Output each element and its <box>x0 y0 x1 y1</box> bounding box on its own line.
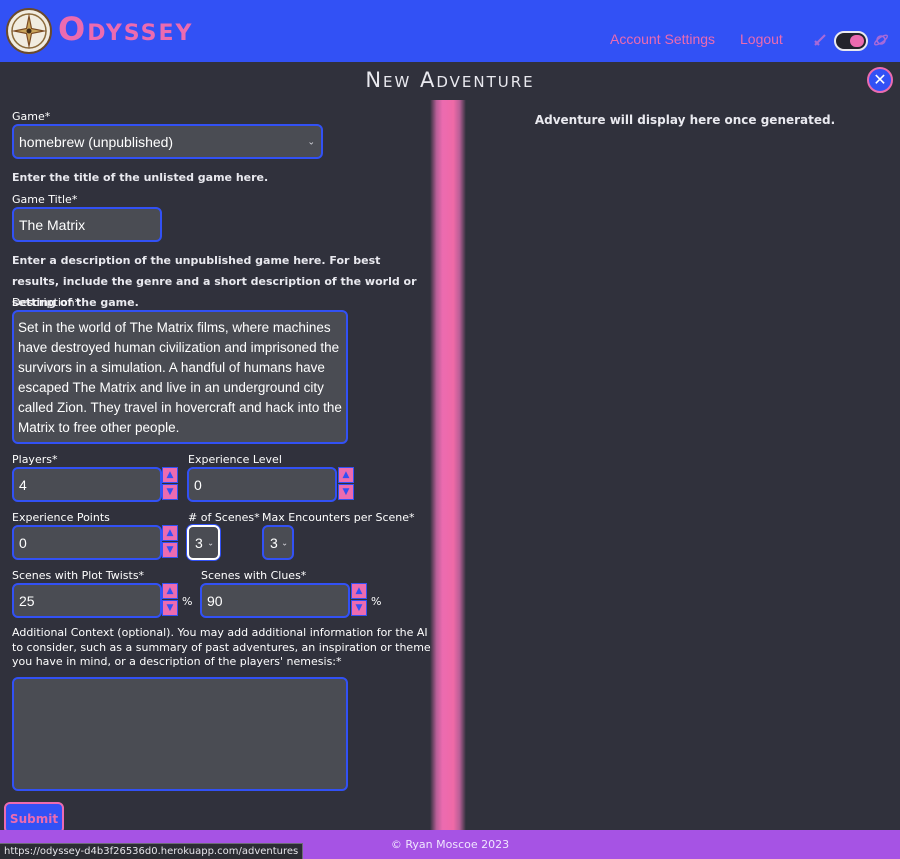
chevron-down-icon: ⌄ <box>307 136 315 146</box>
max-encounters-value: 3 <box>270 534 278 551</box>
game-select-value: homebrew (unpublished) <box>19 133 174 150</box>
clues-label: Scenes with Clues* <box>201 569 307 582</box>
decrement-arrow-icon[interactable]: ▼ <box>162 484 178 500</box>
clues-stepper[interactable]: ▲ ▼ <box>351 583 367 616</box>
num-scenes-label: # of Scenes* <box>188 511 260 524</box>
game-title-label: Game Title* <box>12 193 78 206</box>
adventure-placeholder: Adventure will display here once generat… <box>534 113 836 127</box>
max-encounters-label: Max Encounters per Scene* <box>262 511 415 524</box>
increment-arrow-icon[interactable]: ▲ <box>162 525 178 541</box>
status-bar-url: https://odyssey-d4b3f26536d0.herokuapp.c… <box>0 843 304 859</box>
experience-level-label: Experience Level <box>188 453 282 466</box>
experience-points-input[interactable]: 0 <box>12 525 162 560</box>
planet-icon <box>873 34 889 46</box>
game-label: Game* <box>12 110 51 123</box>
theme-toggle[interactable] <box>834 31 868 51</box>
chevron-down-icon: ⌄ <box>281 538 288 547</box>
title-helper: Enter the title of the unlisted game her… <box>12 171 269 184</box>
clues-unit: % <box>371 595 382 608</box>
close-button[interactable]: ✕ <box>867 67 893 93</box>
experience-points-label: Experience Points <box>12 511 110 524</box>
experience-points-stepper[interactable]: ▲ ▼ <box>162 525 178 558</box>
experience-level-stepper[interactable]: ▲ ▼ <box>338 467 354 500</box>
description-textarea[interactable]: Set in the world of The Matrix films, wh… <box>12 310 348 444</box>
game-select[interactable]: homebrew (unpublished) ⌄ <box>12 124 323 159</box>
panel-divider <box>430 100 466 830</box>
num-scenes-value: 3 <box>195 534 203 551</box>
account-settings-link[interactable]: Account Settings <box>610 31 715 47</box>
decrement-arrow-icon[interactable]: ▼ <box>162 600 178 616</box>
page-title: New Adventure <box>365 68 535 92</box>
players-label: Players* <box>12 453 58 466</box>
compass-logo-icon[interactable] <box>6 8 52 54</box>
increment-arrow-icon[interactable]: ▲ <box>162 583 178 599</box>
game-title-input[interactable]: The Matrix <box>12 207 162 242</box>
increment-arrow-icon[interactable]: ▲ <box>338 467 354 483</box>
clues-input[interactable]: 90 <box>200 583 350 618</box>
increment-arrow-icon[interactable]: ▲ <box>351 583 367 599</box>
sword-icon <box>814 34 826 46</box>
plot-twists-stepper[interactable]: ▲ ▼ <box>162 583 178 616</box>
players-stepper[interactable]: ▲ ▼ <box>162 467 178 500</box>
decrement-arrow-icon[interactable]: ▼ <box>351 600 367 616</box>
players-input[interactable]: 4 <box>12 467 162 502</box>
experience-level-input[interactable]: 0 <box>187 467 337 502</box>
plot-twists-unit: % <box>182 595 193 608</box>
max-encounters-select[interactable]: 3 ⌄ <box>262 525 294 560</box>
logout-link[interactable]: Logout <box>740 31 783 47</box>
description-label: Description* <box>12 296 81 309</box>
brand-name[interactable]: Odyssey <box>58 10 193 48</box>
num-scenes-select[interactable]: 3 ⌄ <box>187 525 220 560</box>
additional-context-textarea[interactable] <box>12 677 348 791</box>
increment-arrow-icon[interactable]: ▲ <box>162 467 178 483</box>
decrement-arrow-icon[interactable]: ▼ <box>338 484 354 500</box>
plot-twists-label: Scenes with Plot Twists* <box>12 569 145 582</box>
decrement-arrow-icon[interactable]: ▼ <box>162 542 178 558</box>
chevron-down-icon: ⌄ <box>207 538 214 547</box>
toggle-knob <box>850 35 864 47</box>
plot-twists-input[interactable]: 25 <box>12 583 162 618</box>
additional-context-label: Additional Context (optional). You may a… <box>12 626 431 668</box>
